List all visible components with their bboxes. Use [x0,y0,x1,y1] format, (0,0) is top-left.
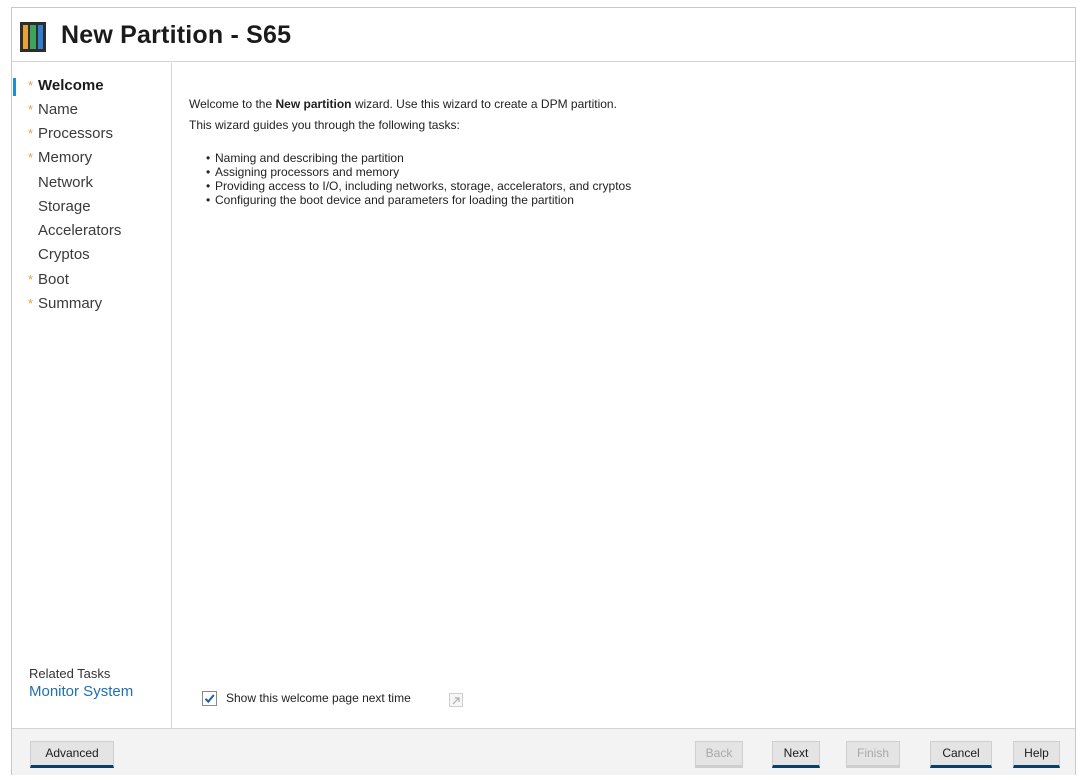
button-bar: Advanced Back Next Finish Cancel Help [12,728,1075,775]
required-marker: * [28,272,34,287]
sidebar-item-label: Storage [38,198,91,215]
next-button[interactable]: Next [772,741,820,768]
sidebar-item-welcome[interactable]: * Welcome [12,77,170,99]
sidebar-item-name[interactable]: * Name [12,101,170,123]
required-marker: * [28,102,34,117]
active-step-marker [13,78,16,96]
sidebar-item-storage[interactable]: Storage [12,198,170,220]
title-bar: New Partition - S65 [12,8,1075,62]
sidebar-item-network[interactable]: Network [12,174,170,196]
check-icon [204,694,215,704]
sidebar-item-memory[interactable]: * Memory [12,149,170,171]
cancel-button[interactable]: Cancel [930,741,992,768]
sidebar-item-label: Processors [38,125,114,142]
help-popout-icon[interactable] [449,693,463,707]
page-title: New Partition - S65 [61,21,292,49]
list-item: • Naming and describing the partition [206,151,404,165]
sidebar-item-processors[interactable]: * Processors [12,125,170,147]
intro-text: Welcome to the New partition wizard. Use… [189,97,617,111]
monitor-system-link[interactable]: Monitor System [29,683,133,700]
sidebar-item-label: Boot [38,271,69,288]
related-tasks-heading: Related Tasks [29,666,111,681]
sidebar-item-label: Memory [38,149,93,166]
sidebar-item-label: Summary [38,295,103,312]
wizard-window: New Partition - S65 * Welcome * Name * P… [11,7,1076,775]
partition-app-icon [20,22,46,52]
sidebar-item-label: Welcome [38,77,104,94]
list-item: • Configuring the boot device and paramet… [206,193,574,207]
required-marker: * [28,150,34,165]
wizard-step-sidebar: * Welcome * Name * Processors * Memory N… [12,63,172,728]
sidebar-item-accelerators[interactable]: Accelerators [12,222,170,244]
welcome-panel: Welcome to the New partition wizard. Use… [173,63,1075,728]
intro-suffix: wizard. Use this wizard to create a DPM … [351,97,617,111]
show-welcome-checkbox[interactable] [202,691,217,706]
required-marker: * [28,78,34,93]
required-marker: * [28,126,34,141]
advanced-button[interactable]: Advanced [30,741,114,768]
required-marker: * [28,296,34,311]
list-item: • Assigning processors and memory [206,165,400,179]
finish-button[interactable]: Finish [846,741,900,768]
intro-prefix: Welcome to the [189,97,276,111]
task-list: • Naming and describing the partition • As… [206,151,631,207]
help-button[interactable]: Help [1013,741,1060,768]
back-button[interactable]: Back [695,741,743,768]
list-item: • Providing access to I/O, including netw… [206,179,632,193]
show-welcome-label[interactable]: Show this welcome page next time [226,691,411,705]
sidebar-item-cryptos[interactable]: Cryptos [12,246,170,268]
sidebar-item-boot[interactable]: * Boot [12,271,170,293]
sidebar-item-summary[interactable]: * Summary [12,295,170,317]
sidebar-item-label: Cryptos [38,246,90,263]
sidebar-item-label: Name [38,101,79,118]
sidebar-item-label: Network [38,174,94,191]
tasks-intro: This wizard guides you through the follo… [189,118,460,132]
wizard-name: New partition [275,97,352,111]
sidebar-item-label: Accelerators [38,222,122,239]
